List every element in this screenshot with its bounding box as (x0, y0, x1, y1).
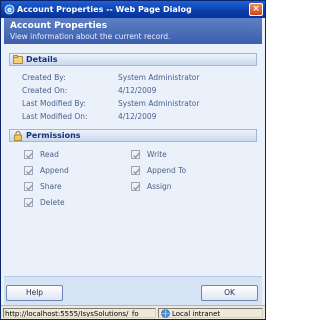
header-title: Account Properties (10, 21, 108, 31)
zone-label: Local intranet (172, 310, 221, 318)
detail-value: System Administrator (118, 73, 200, 82)
globe-icon (161, 309, 170, 318)
check-icon (26, 152, 33, 159)
permission-label: Delete (40, 198, 65, 207)
permission-label: Assign (147, 182, 172, 191)
status-url: http://localhost:5555/IsysSolutions/_fo (3, 308, 156, 318)
detail-value: 4/12/2009 (118, 86, 157, 95)
status-bar: http://localhost:5555/IsysSolutions/_fo … (1, 305, 265, 319)
dialog-footer: Help OK (4, 276, 262, 305)
share-checkbox[interactable] (24, 182, 33, 191)
detail-label: Last Modified On: (22, 112, 88, 121)
detail-label: Created On: (22, 86, 68, 95)
assign-checkbox[interactable] (131, 182, 140, 191)
permission-label: Share (40, 182, 62, 191)
detail-label: Last Modified By: (22, 99, 86, 108)
permission-label: Write (147, 150, 167, 159)
details-title: Details (26, 55, 58, 64)
delete-checkbox[interactable] (24, 198, 33, 207)
permission-label: Append (40, 166, 69, 175)
detail-label: Created By: (22, 73, 66, 82)
details-icon (13, 55, 23, 64)
details-section-header: Details (9, 53, 257, 66)
window-title: Account Properties -- Web Page Dialog (17, 5, 192, 14)
check-icon (133, 152, 140, 159)
dialog-header: Account Properties View information abou… (4, 18, 262, 44)
dialog-content: Details Created By: System Administrator… (4, 44, 262, 276)
dialog-window: e Account Properties -- Web Page Dialog … (0, 0, 266, 320)
permission-label: Append To (147, 166, 187, 175)
title-bar: e Account Properties -- Web Page Dialog … (1, 1, 265, 18)
check-icon (133, 168, 140, 175)
check-icon (26, 184, 33, 191)
check-icon (26, 200, 33, 207)
close-button[interactable]: × (249, 3, 263, 16)
svg-text:e: e (7, 6, 12, 14)
write-checkbox[interactable] (131, 150, 140, 159)
ie-icon: e (4, 4, 15, 15)
check-icon (133, 184, 140, 191)
append-checkbox[interactable] (24, 166, 33, 175)
help-button[interactable]: Help (6, 285, 63, 301)
detail-value: System Administrator (118, 99, 200, 108)
read-checkbox[interactable] (24, 150, 33, 159)
ok-button[interactable]: OK (201, 285, 258, 301)
permissions-section-header: Permissions (9, 129, 257, 142)
header-subtitle: View information about the current recor… (10, 32, 171, 41)
security-zone: Local intranet (158, 308, 263, 318)
permissions-title: Permissions (26, 131, 81, 140)
lock-icon (14, 131, 22, 141)
detail-value: 4/12/2009 (118, 112, 157, 121)
permission-label: Read (40, 150, 59, 159)
check-icon (26, 168, 33, 175)
append-to-checkbox[interactable] (131, 166, 140, 175)
